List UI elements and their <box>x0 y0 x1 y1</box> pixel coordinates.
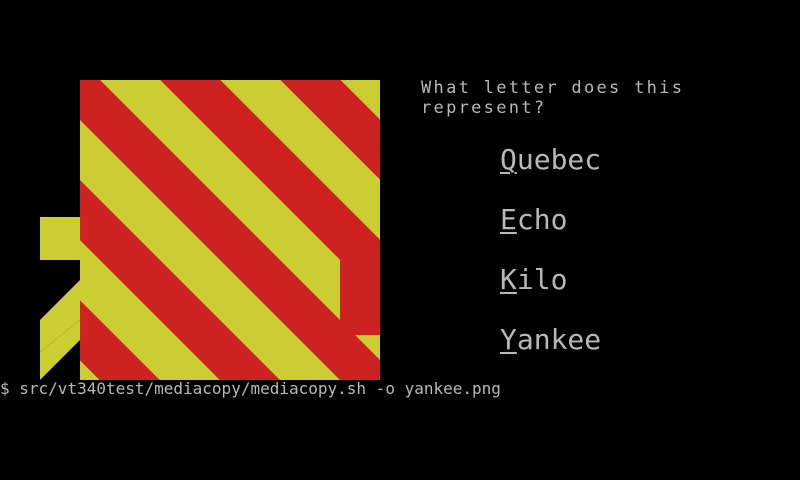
shell-command-line[interactable]: $ src/vt340test/mediacopy/mediacopy.sh -… <box>0 379 800 399</box>
option-quebec-hotkey: Q <box>500 143 517 176</box>
answer-options: Quebec Echo Kilo Yankee <box>500 140 760 380</box>
option-quebec[interactable]: Quebec <box>500 140 760 200</box>
yankee-signal-flag-icon <box>40 80 380 380</box>
quiz-question: What letter does this represent? <box>421 78 697 118</box>
option-yankee-label: ankee <box>516 323 602 356</box>
flag-body <box>80 80 380 380</box>
option-echo-label: cho <box>516 203 568 236</box>
option-yankee[interactable]: Yankee <box>500 320 760 380</box>
flag-glitch-left <box>40 217 80 380</box>
option-kilo[interactable]: Kilo <box>500 260 760 320</box>
option-echo[interactable]: Echo <box>500 200 760 260</box>
terminal-window: What letter does this represent? Quebec … <box>0 0 800 480</box>
flag-glitch-notch <box>340 260 380 335</box>
option-kilo-hotkey: K <box>500 263 517 296</box>
flag-graphic <box>40 80 380 380</box>
option-yankee-hotkey: Y <box>500 323 517 356</box>
option-echo-hotkey: E <box>500 203 517 236</box>
option-quebec-label: uebec <box>516 143 602 176</box>
option-kilo-label: ilo <box>516 263 568 296</box>
